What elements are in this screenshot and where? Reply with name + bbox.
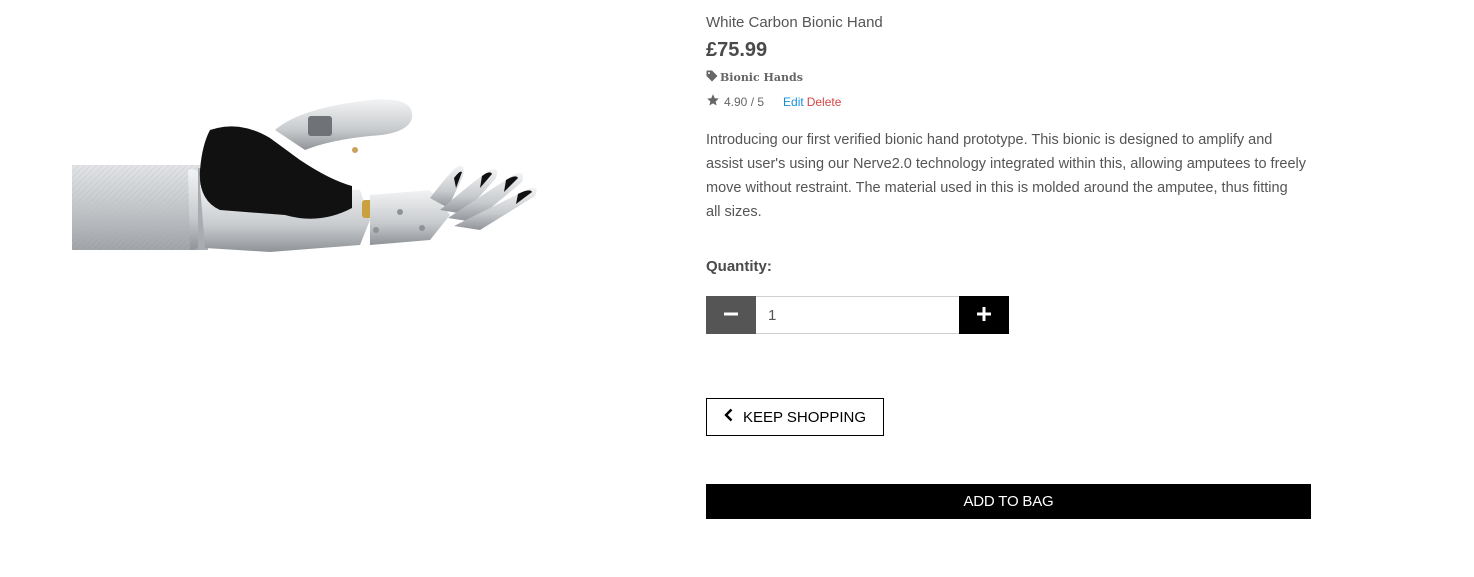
- product-price: £75.99: [706, 39, 768, 61]
- product-description: Introducing our first verified bionic ha…: [706, 132, 1307, 220]
- product-detail-page: White Carbon Bionic Hand £75.99 Bionic H…: [0, 0, 1474, 577]
- add-to-bag-button[interactable]: ADD TO BAG: [706, 484, 1311, 519]
- product-name: White Carbon Bionic Hand: [706, 14, 883, 31]
- delete-link[interactable]: Delete: [807, 95, 842, 109]
- rating-value: 4.90 / 5: [724, 94, 765, 109]
- edit-link[interactable]: Edit: [783, 95, 804, 109]
- quantity-stepper: [706, 296, 1009, 334]
- quantity-input[interactable]: [756, 296, 959, 334]
- rating-row: 4.90 / 5 Edit Delete: [706, 93, 841, 110]
- category-label: Bionic Hands: [720, 71, 803, 84]
- chevron-left-icon: [724, 408, 733, 426]
- minus-icon: [724, 307, 738, 324]
- star-icon: [706, 93, 720, 110]
- keep-shopping-label: KEEP SHOPPING: [742, 408, 867, 426]
- quantity-label: Quantity:: [706, 258, 772, 275]
- tag-icon: [706, 70, 718, 85]
- product-image: [70, 90, 540, 260]
- increment-button[interactable]: [959, 296, 1009, 334]
- plus-icon: [977, 306, 991, 324]
- decrement-button[interactable]: [706, 296, 756, 334]
- keep-shopping-button[interactable]: KEEP SHOPPING: [706, 398, 884, 436]
- product-category[interactable]: Bionic Hands: [706, 70, 803, 85]
